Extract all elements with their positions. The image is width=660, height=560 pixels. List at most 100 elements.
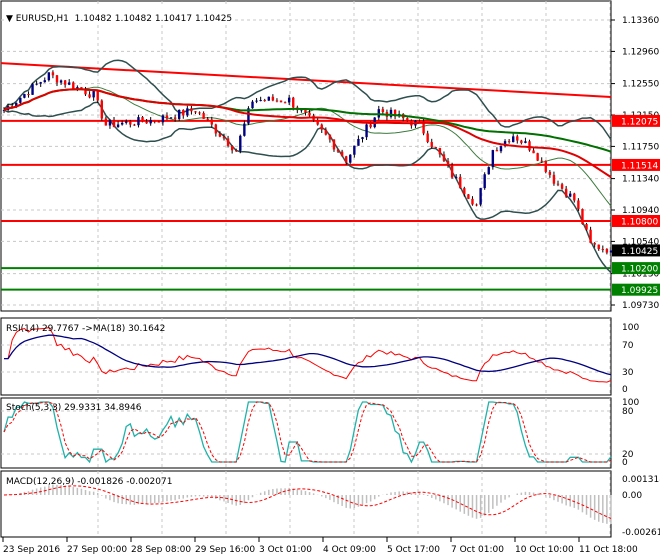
stoch-title: Stoch(5,3,3) 29.9331 34.8946 <box>6 403 142 413</box>
macd-tick-label: -0.002615 <box>622 528 660 538</box>
time-axis-label: 4 Oct 09:00 <box>323 545 376 555</box>
candle-body <box>251 101 254 109</box>
candle-body <box>450 165 454 178</box>
candle-body <box>589 229 592 243</box>
candle-body <box>165 115 169 119</box>
candle-body <box>104 118 108 126</box>
candle-body <box>609 250 613 253</box>
candle-body <box>129 121 132 125</box>
candle-body <box>112 120 116 128</box>
candle-body <box>434 146 438 149</box>
candle-body <box>27 93 30 95</box>
candle-body <box>495 150 499 152</box>
rsi-tick-label: 0 <box>622 385 628 395</box>
candle-body <box>92 90 95 98</box>
candle-body <box>51 72 55 76</box>
price-tick-label: 1.12550 <box>622 80 659 90</box>
candle-body <box>540 160 543 162</box>
candle-body <box>560 184 564 189</box>
candle-body <box>316 119 319 125</box>
candle-body <box>137 117 140 126</box>
candle-body <box>577 200 580 210</box>
candle-body <box>100 100 103 119</box>
candle-body <box>475 204 478 206</box>
candle-body <box>292 97 295 108</box>
candle-body <box>552 174 556 184</box>
candle-body <box>19 97 22 103</box>
candle-body <box>243 123 246 136</box>
stoch-tick-label: 80 <box>622 407 634 417</box>
candle-body <box>332 139 336 150</box>
candle-body <box>157 121 161 123</box>
time-axis-label: 7 Oct 01:00 <box>451 545 504 555</box>
candle-body <box>365 124 368 138</box>
candle-body <box>605 249 609 253</box>
candle-body <box>283 102 287 104</box>
candle-body <box>516 136 519 141</box>
candle-body <box>418 120 421 122</box>
candle-body <box>222 136 226 139</box>
candle-body <box>544 160 547 172</box>
candle-body <box>169 117 173 119</box>
candle-body <box>479 188 482 205</box>
price-tick-label: 1.13360 <box>622 16 659 26</box>
trading-chart[interactable]: 1.133601.129601.125501.121501.117501.113… <box>0 0 660 560</box>
candle-body <box>31 84 34 95</box>
time-axis-label: 5 Oct 17:00 <box>387 545 440 555</box>
candle-body <box>463 188 466 195</box>
candle-body <box>263 100 266 102</box>
macd-tick-label: 0.00 <box>622 491 642 501</box>
candle-body <box>336 149 340 152</box>
candle-body <box>573 193 576 201</box>
candle-body <box>141 117 144 122</box>
candle-body <box>369 124 372 128</box>
candle-body <box>72 82 75 90</box>
price-tick-label: 1.11340 <box>622 175 659 185</box>
stoch-tick-label: 0 <box>622 458 628 468</box>
candle-body <box>186 108 189 116</box>
time-axis-label: 27 Sep 00:00 <box>67 545 127 555</box>
symbol-label: EURUSD,H1 <box>15 14 69 24</box>
time-axis-label: 10 Oct 10:00 <box>515 545 574 555</box>
candle-body <box>446 160 450 166</box>
price-tick-label: 1.11750 <box>622 142 659 152</box>
candle-body <box>324 129 328 135</box>
macd-title: MACD(12,26,9) -0.001826 -0.002071 <box>6 477 172 487</box>
candle-body <box>581 209 584 225</box>
candle-body <box>210 119 213 125</box>
candle-body <box>88 94 91 98</box>
candle-body <box>524 141 527 143</box>
candle-body <box>279 100 283 103</box>
candle-body <box>218 133 222 137</box>
candle-body <box>426 133 429 142</box>
candle-body <box>499 146 503 152</box>
candle-body <box>255 100 258 102</box>
rsi-tick-label: 70 <box>622 341 634 351</box>
candle-body <box>96 90 99 101</box>
candle-body <box>320 124 323 130</box>
candle-body <box>35 83 38 85</box>
dropdown-arrow-icon[interactable]: ▼ <box>6 14 13 24</box>
chart-header: ▼ EURUSD,H1 1.10482 1.10482 1.10417 1.10… <box>6 4 233 24</box>
candle-body <box>190 108 193 112</box>
candle-body <box>438 148 442 155</box>
low-value: 1.10417 <box>154 14 193 24</box>
panel-0 <box>0 0 612 312</box>
candle-body <box>344 156 348 163</box>
candle-body <box>564 188 568 197</box>
candle-body <box>275 100 279 102</box>
candle-body <box>230 145 234 151</box>
candle-body <box>406 118 409 121</box>
open-value: 1.10482 <box>74 14 112 24</box>
candle-body <box>491 150 495 168</box>
level-price-label: 1.11514 <box>621 161 658 171</box>
candle-body <box>548 171 552 175</box>
candle-body <box>133 124 136 126</box>
time-axis-label: 28 Sep 08:00 <box>131 545 191 555</box>
candle-body <box>120 122 124 125</box>
level-price-label: 1.10800 <box>621 217 658 227</box>
candle-body <box>349 154 352 163</box>
candle-body <box>597 244 600 250</box>
rsi-tick-label: 100 <box>622 323 639 333</box>
level-price-label: 1.09925 <box>621 286 658 296</box>
